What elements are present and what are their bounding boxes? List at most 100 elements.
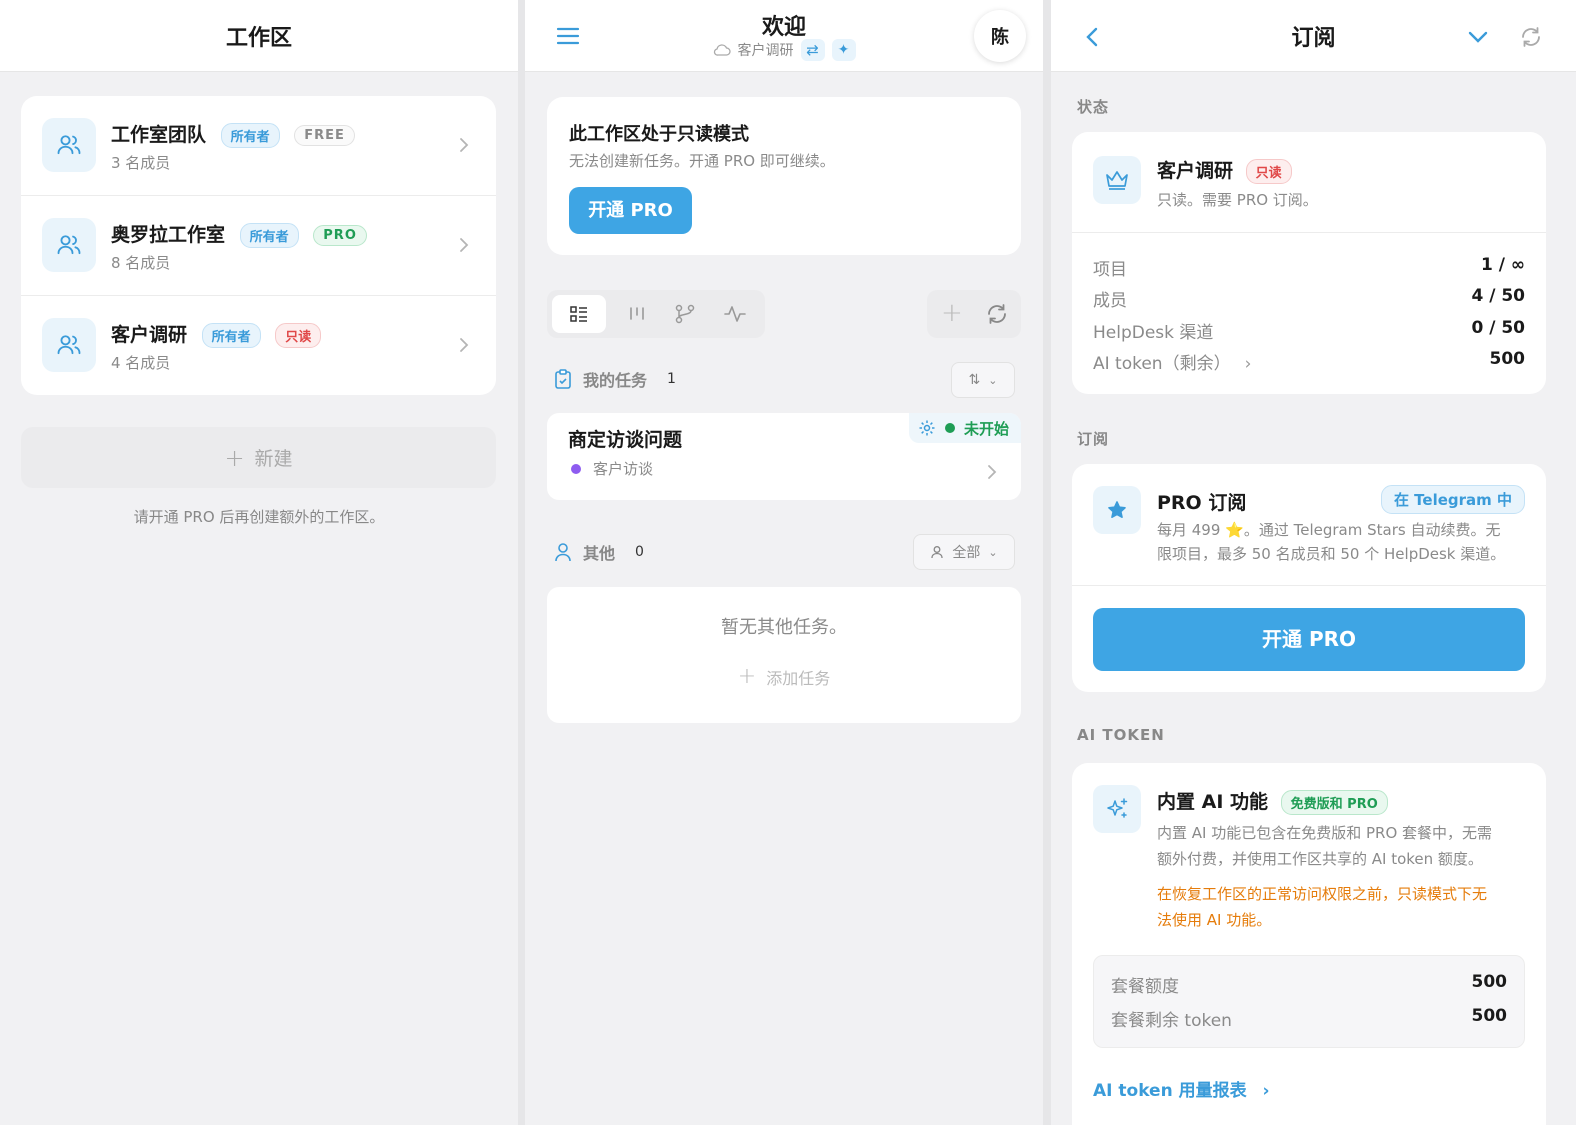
plan-badge: PRO xyxy=(313,225,367,246)
limit-value: 1 / ∞ xyxy=(1480,255,1525,275)
status-card: 客户调研 只读 只读。需要 PRO 订阅。 项目 1 / ∞ 成员 4 / 50… xyxy=(1072,132,1546,394)
users-icon xyxy=(42,218,96,272)
switch-icon[interactable]: ⇄ xyxy=(800,39,825,61)
chevron-right-icon xyxy=(460,338,469,352)
quota-label: 套餐额度 xyxy=(1111,977,1179,997)
new-workspace-button[interactable]: + 新建 xyxy=(21,427,496,488)
refresh-icon[interactable] xyxy=(985,302,1009,326)
pro-card: PRO 订阅 在 Telegram 中 每月 499 ⭐。通过 Telegram… xyxy=(1072,464,1546,692)
workspaces-panel: 工作区 工作室团队 所有者 FREE 3 名成员 奥罗拉工作室 所有者 PRO … xyxy=(0,0,518,1125)
tag-dot xyxy=(571,463,581,474)
workspace-name: 客户调研 xyxy=(111,324,188,346)
limit-value: 0 / 50 xyxy=(1471,318,1525,338)
add-task-label: 添加任务 xyxy=(766,668,831,688)
chevron-down-icon[interactable] xyxy=(1467,30,1489,44)
role-badge: 所有者 xyxy=(201,323,261,348)
tasks-panel: 欢迎 客户调研 ⇄ ✦ 陈 此工作区处于只读模式 无法创建新任务。开通 PRO … xyxy=(525,0,1043,1125)
plan-badge: FREE xyxy=(294,125,355,146)
plus-icon: + xyxy=(737,664,757,689)
member-count: 3 名成员 xyxy=(111,154,171,172)
kanban-icon xyxy=(630,307,644,320)
task-tag: 客户访谈 xyxy=(593,460,654,478)
filter-button[interactable]: 全部 ⌄ xyxy=(913,534,1015,570)
activity-icon xyxy=(724,306,746,322)
add-icon[interactable]: + xyxy=(941,298,963,328)
chevron-down-icon: ⌄ xyxy=(988,373,998,387)
sort-button[interactable]: ⇅ ⌄ xyxy=(951,362,1015,398)
plan-badge: 免费版和 PRO xyxy=(1280,790,1388,815)
banner-desc: 无法创建新任务。开通 PRO 即可继续。 xyxy=(569,152,835,170)
chevron-right-icon: › xyxy=(1262,1081,1270,1101)
readonly-banner: 此工作区处于只读模式 无法创建新任务。开通 PRO 即可继续。 开通 PRO xyxy=(547,97,1021,255)
ai-desc-line2: 额外付费，并使用工作区共享的 AI token 额度。 xyxy=(1157,850,1483,868)
users-icon xyxy=(42,118,96,172)
limit-value: 500 xyxy=(1489,349,1526,369)
upgrade-pro-button[interactable]: 开通 PRO xyxy=(1093,608,1525,671)
workspaces-header: 工作区 xyxy=(0,0,518,72)
ai-token-row[interactable]: AI token（剩余） › 500 xyxy=(1093,349,1525,379)
plus-icon: + xyxy=(224,443,245,472)
section-label: 我的任务 xyxy=(583,371,648,390)
section-label: 其他 xyxy=(583,544,616,563)
chevron-right-icon xyxy=(988,465,997,479)
crown-icon xyxy=(1093,156,1141,204)
subscription-header: 订阅 xyxy=(1051,0,1576,72)
add-task-button[interactable]: + 添加任务 xyxy=(547,664,1021,689)
limit-label: HelpDesk 渠道 xyxy=(1093,323,1214,343)
pro-title: PRO 订阅 xyxy=(1157,492,1247,514)
limit-row: HelpDesk 渠道 0 / 50 xyxy=(1093,318,1525,348)
my-tasks-header: 我的任务 1 xyxy=(553,367,676,391)
branch-view-tab[interactable] xyxy=(674,303,696,329)
quota-box: 套餐额度 500 套餐剩余 token 500 xyxy=(1093,955,1525,1048)
kanban-view-tab[interactable] xyxy=(628,304,646,328)
workspace-item[interactable]: 奥罗拉工作室 所有者 PRO 8 名成员 xyxy=(21,196,496,296)
task-title: 商定访谈问题 xyxy=(568,429,683,451)
refresh-icon[interactable] xyxy=(1519,25,1543,49)
clipboard-icon xyxy=(555,369,571,389)
subscription-section-label: 订阅 xyxy=(1077,430,1110,448)
status-badge: 未开始 xyxy=(963,419,1009,438)
ai-warning-line1: 在恢复工作区的正常访问权限之前，只读模式下无 xyxy=(1157,885,1488,903)
users-icon xyxy=(42,318,96,372)
divider xyxy=(1072,585,1546,586)
limit-label: 成员 xyxy=(1093,291,1127,311)
task-count: 1 xyxy=(667,371,676,387)
branch-icon xyxy=(675,304,695,324)
view-switcher xyxy=(547,290,765,338)
workspace-item[interactable]: 客户调研 所有者 只读 4 名成员 xyxy=(21,296,496,396)
banner-title: 此工作区处于只读模式 xyxy=(569,124,749,145)
activity-view-tab[interactable] xyxy=(723,303,747,329)
gear-icon xyxy=(919,420,935,436)
workspace-name: 奥罗拉工作室 xyxy=(111,224,226,246)
chevron-right-icon: › xyxy=(1244,354,1252,374)
footer-note: 请开通 PRO 后再创建额外的工作区。 xyxy=(133,508,385,526)
usage-report-link[interactable]: AI token 用量报表 › xyxy=(1093,1076,1270,1101)
pro-desc-line1: 每月 499 ⭐。通过 Telegram Stars 自动续费。无 xyxy=(1157,521,1501,539)
role-badge: 所有者 xyxy=(239,223,299,248)
tasks-header: 欢迎 客户调研 ⇄ ✦ 陈 xyxy=(525,0,1043,72)
readonly-badge: 只读 xyxy=(1245,159,1292,184)
cloud-icon xyxy=(713,44,731,56)
status-desc: 只读。需要 PRO 订阅。 xyxy=(1157,191,1318,209)
workspace-item[interactable]: 工作室团队 所有者 FREE 3 名成员 xyxy=(21,96,496,196)
list-icon xyxy=(570,306,587,322)
user-icon xyxy=(555,543,571,562)
member-count: 4 名成员 xyxy=(111,354,171,372)
limit-label: AI token（剩余） xyxy=(1093,354,1231,374)
sparkle-icon[interactable]: ✦ xyxy=(831,39,856,61)
plan-badge: 只读 xyxy=(275,323,322,348)
pro-desc-line2: 限项目，最多 50 名成员和 50 个 HelpDesk 渠道。 xyxy=(1157,545,1506,563)
avatar[interactable]: 陈 xyxy=(974,10,1026,62)
ai-warning-line2: 法使用 AI 功能。 xyxy=(1157,911,1272,929)
chevron-right-icon xyxy=(460,238,469,252)
chevron-down-icon: ⌄ xyxy=(988,545,998,559)
task-card[interactable]: 商定访谈问题 客户访谈 未开始 xyxy=(547,413,1021,500)
role-badge: 所有者 xyxy=(220,123,280,148)
star-icon xyxy=(1093,486,1141,534)
workspace-list: 工作室团队 所有者 FREE 3 名成员 奥罗拉工作室 所有者 PRO 8 名成… xyxy=(21,96,496,395)
workspace-name: 工作室团队 xyxy=(111,124,207,146)
empty-text: 暂无其他任务。 xyxy=(721,617,847,638)
upgrade-pro-button[interactable]: 开通 PRO xyxy=(569,187,692,234)
list-view-tab[interactable] xyxy=(552,295,606,333)
workspace-subtitle: 客户调研 xyxy=(737,43,794,59)
